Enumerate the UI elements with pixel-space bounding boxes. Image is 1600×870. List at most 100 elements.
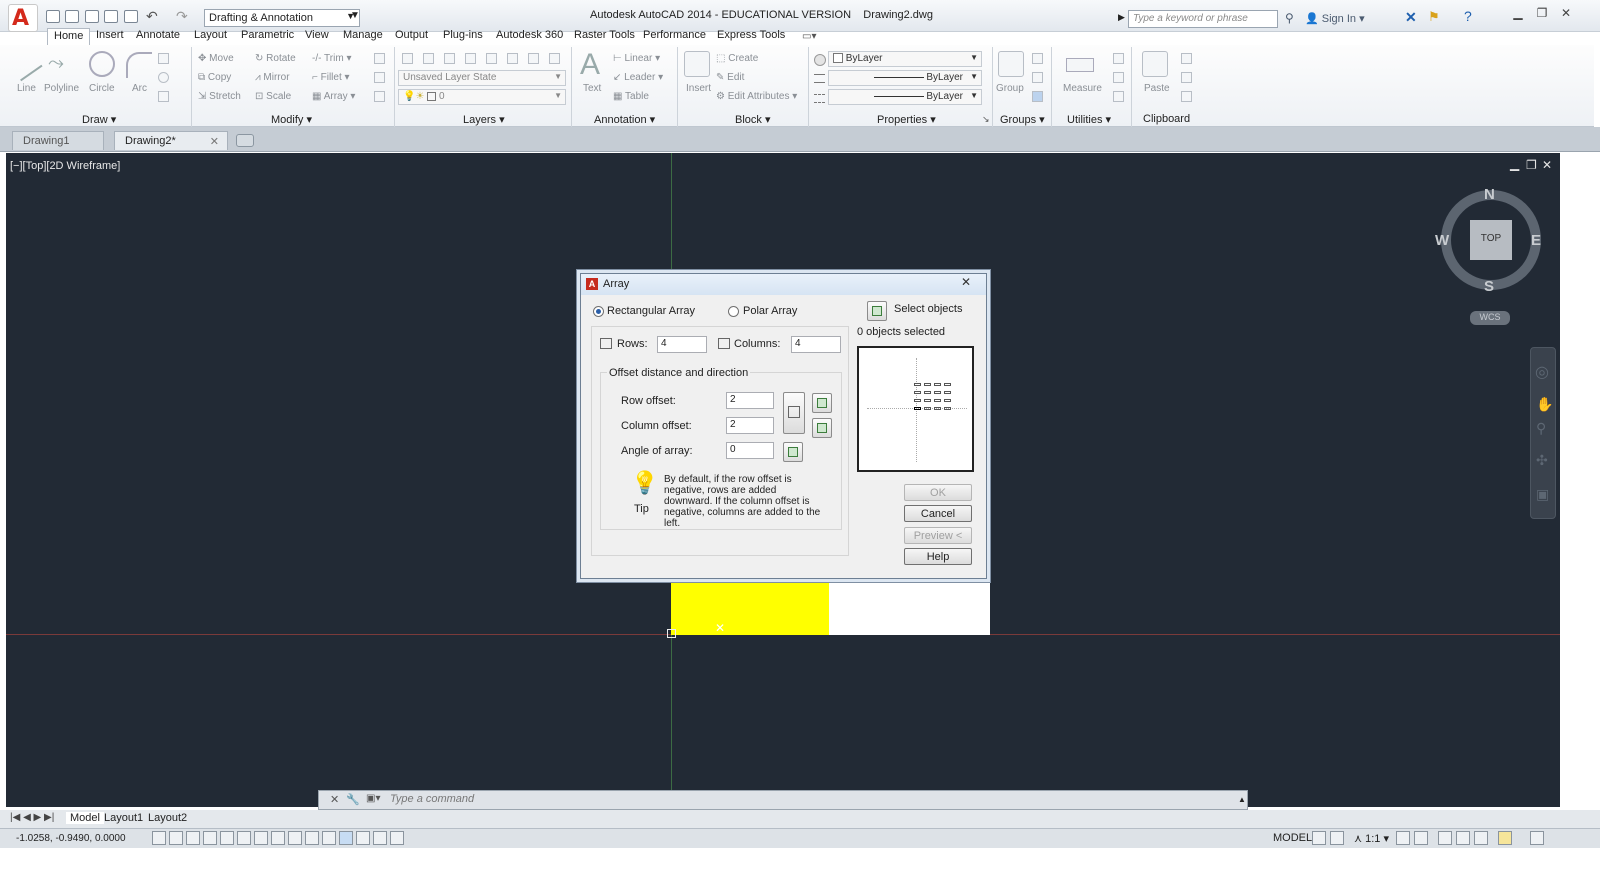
annotation-monitor-icon[interactable] <box>390 831 404 845</box>
panel-title-draw[interactable]: Draw ▾ <box>82 113 116 126</box>
tab-autodesk-360[interactable]: Autodesk 360 <box>490 28 569 45</box>
scale-button[interactable]: ⊡ Scale <box>255 91 291 102</box>
utility-tool-icon[interactable] <box>1113 91 1124 102</box>
arc-button[interactable]: Arc <box>132 83 147 94</box>
stay-connected-icon[interactable]: ⚑ <box>1428 9 1440 25</box>
layer-tool-icon[interactable] <box>465 53 476 64</box>
boundary-icon[interactable] <box>158 91 169 102</box>
color-dropdown[interactable]: ByLayer ▼ <box>828 51 982 67</box>
close-icon[interactable]: ✕ <box>1556 6 1576 22</box>
viewport-restore-icon[interactable]: ❐ <box>1526 158 1537 172</box>
grid-display-icon[interactable] <box>186 831 200 845</box>
panel-title-clipboard[interactable]: Clipboard <box>1143 113 1190 125</box>
rows-input[interactable]: 4 <box>657 336 707 353</box>
row-offset-input[interactable]: 2 <box>726 392 774 409</box>
layer-tool-icon[interactable] <box>486 53 497 64</box>
move-button[interactable]: ✥ Move <box>198 53 234 64</box>
expand-search-icon[interactable]: ▶ <box>1118 12 1125 23</box>
layer-state-dropdown[interactable]: Unsaved Layer State ▼ <box>398 70 566 86</box>
workspace-dropdown[interactable]: Drafting & Annotation ▼ <box>204 9 360 27</box>
linear-button[interactable]: ⊢ Linear ▾ <box>613 53 660 64</box>
layout-tab-layout2[interactable]: Layout2 <box>148 812 187 824</box>
polyline-button[interactable]: Polyline <box>44 83 79 94</box>
panel-title-block[interactable]: Block ▾ <box>735 113 770 126</box>
columns-input[interactable]: 4 <box>791 336 841 353</box>
edit-block-button[interactable]: ✎ Edit <box>716 72 744 83</box>
panel-title-modify[interactable]: Modify ▾ <box>271 113 312 126</box>
quick-view-drawings-icon[interactable] <box>1330 831 1344 845</box>
viewport-minimize-icon[interactable]: ▁ <box>1510 157 1519 171</box>
polar-array-radio[interactable] <box>728 306 739 317</box>
pick-row-offset-button[interactable] <box>812 393 832 413</box>
layer-dropdown[interactable]: 💡☀ 0 ▼ <box>398 89 566 105</box>
insert-button[interactable]: Insert <box>686 83 711 94</box>
lineweight-dropdown[interactable]: ByLayer ▼ <box>828 89 982 105</box>
create-block-button[interactable]: ⬚ Create <box>716 53 758 64</box>
column-offset-input[interactable]: 2 <box>726 417 774 434</box>
snap-mode-icon[interactable] <box>169 831 183 845</box>
erase-icon[interactable] <box>374 53 385 64</box>
stretch-button[interactable]: ⇲ Stretch <box>198 91 241 102</box>
polar-tracking-icon[interactable] <box>220 831 234 845</box>
hatch-region[interactable] <box>671 579 829 635</box>
allow-ucs-icon[interactable] <box>288 831 302 845</box>
close-command-icon[interactable]: ✕ <box>330 793 339 806</box>
quick-properties-icon[interactable] <box>356 831 370 845</box>
undo-icon[interactable]: ↶ <box>146 8 158 25</box>
file-tab-drawing1[interactable]: Drawing1 <box>12 131 104 150</box>
annotation-scale-dropdown[interactable]: ⋏ 1:1 ▾ <box>1354 832 1389 845</box>
dialog-close-icon[interactable]: ✕ <box>951 275 981 291</box>
binoculars-icon[interactable]: ⚲ <box>1285 11 1294 25</box>
tab-view[interactable]: View <box>299 28 335 45</box>
object-snap-icon[interactable] <box>237 831 251 845</box>
new-file-icon[interactable] <box>46 10 60 23</box>
pick-column-offset-button[interactable] <box>812 418 832 438</box>
compass-south[interactable]: S <box>1484 278 1494 295</box>
utility-tool-icon[interactable] <box>1113 72 1124 83</box>
workspace-switching-icon[interactable] <box>1438 831 1452 845</box>
fillet-button[interactable]: ⌐ Fillet ▾ <box>312 72 350 83</box>
panel-title-layers[interactable]: Layers ▾ <box>463 113 505 126</box>
exchange-apps-icon[interactable]: ✕ <box>1405 9 1417 26</box>
group-edit-icon[interactable] <box>1032 72 1043 83</box>
circle-button[interactable]: Circle <box>89 83 115 94</box>
help-button[interactable]: Help <box>904 548 972 565</box>
minimize-icon[interactable]: ▁ <box>1508 6 1528 22</box>
select-objects-button[interactable] <box>867 301 887 321</box>
viewcube-top-face[interactable]: TOP <box>1470 220 1512 260</box>
command-input[interactable]: Type a command <box>390 793 474 805</box>
tab-performance[interactable]: Performance <box>637 28 712 45</box>
match-properties-icon[interactable] <box>814 54 826 66</box>
preview-button[interactable]: Preview < <box>904 527 972 544</box>
tab-insert[interactable]: Insert <box>90 28 130 45</box>
coordinates-readout[interactable]: -1.0258, -0.9490, 0.0000 <box>16 833 126 844</box>
layer-tool-icon[interactable] <box>528 53 539 64</box>
pick-angle-button[interactable] <box>783 442 803 462</box>
annotation-visibility-icon[interactable] <box>1396 831 1410 845</box>
restore-icon[interactable]: ❐ <box>1532 6 1552 22</box>
plot-icon[interactable] <box>124 10 138 23</box>
match-clip-icon[interactable] <box>1181 91 1192 102</box>
isolate-objects-icon[interactable] <box>1498 831 1512 845</box>
transparency-icon[interactable] <box>339 831 353 845</box>
new-tab-icon[interactable] <box>236 134 254 147</box>
angle-input[interactable]: 0 <box>726 442 774 459</box>
redo-icon[interactable]: ↷ <box>176 8 188 25</box>
selection-cycling-icon[interactable] <box>373 831 387 845</box>
quick-view-layouts-icon[interactable] <box>1312 831 1326 845</box>
open-file-icon[interactable] <box>65 10 79 23</box>
compass-east[interactable]: E <box>1531 232 1541 249</box>
layer-tool-icon[interactable] <box>423 53 434 64</box>
customize-icon[interactable]: 🔧 <box>346 793 360 806</box>
measure-button[interactable]: Measure <box>1063 83 1102 94</box>
layout-nav-icons[interactable]: |◀ ◀ ▶ ▶| <box>10 812 54 823</box>
tab-output[interactable]: Output <box>389 28 434 45</box>
tab-parametric[interactable]: Parametric <box>235 28 300 45</box>
showmotion-icon[interactable]: ▣ <box>1536 486 1549 503</box>
rectangular-array-label[interactable]: Rectangular Array <box>607 305 695 317</box>
tab-layout[interactable]: Layout <box>188 28 233 45</box>
layout-tab-model[interactable]: Model <box>66 812 104 824</box>
paste-button[interactable]: Paste <box>1144 83 1170 94</box>
array-button[interactable]: ▦ Array ▾ <box>312 91 355 102</box>
rotate-button[interactable]: ↻ Rotate <box>255 53 296 64</box>
